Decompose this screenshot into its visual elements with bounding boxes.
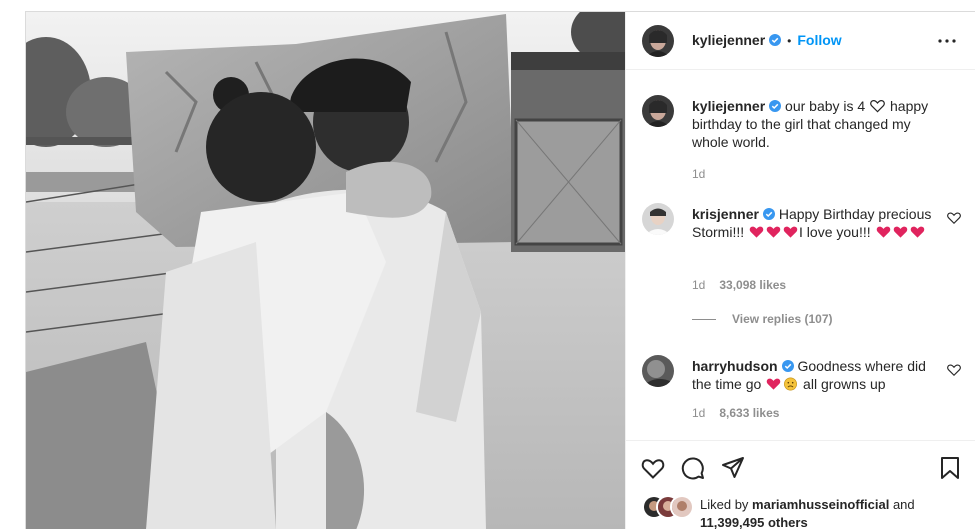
- red-heart-emoji-icon: [910, 226, 924, 238]
- red-heart-emoji-icon: [766, 226, 781, 238]
- verified-badge-icon: [769, 100, 782, 112]
- author-avatar[interactable]: [642, 25, 674, 57]
- caption-text: kyliejenner our baby is 4 happy birthday…: [692, 97, 932, 151]
- post-photo[interactable]: [26, 12, 625, 529]
- view-replies-label: View replies (107): [732, 312, 833, 326]
- comments-list[interactable]: kyliejenner our baby is 4 happy birthday…: [626, 70, 975, 440]
- red-heart-emoji-icon: [783, 226, 798, 238]
- comment-time: 1d: [692, 406, 706, 420]
- red-heart-emoji-icon: [876, 226, 890, 238]
- comment-avatar[interactable]: [642, 203, 674, 235]
- post-actions: Liked by mariamhusseinofficial and 11,39…: [626, 440, 975, 529]
- more-options-icon[interactable]: [935, 31, 959, 51]
- verified-badge-icon: [781, 360, 794, 372]
- comment-time: 1d: [692, 278, 706, 292]
- verified-badge-icon: [762, 208, 775, 220]
- comment-icon[interactable]: [680, 455, 706, 481]
- post-modal: kyliejenner • Follow kyliejenner our baby …: [25, 11, 975, 529]
- verified-badge-icon: [769, 34, 782, 46]
- view-replies-button[interactable]: View replies (107): [692, 312, 833, 326]
- liked-by-user[interactable]: mariamhusseinofficial: [752, 497, 889, 512]
- separator: •: [787, 34, 792, 48]
- comment-username[interactable]: krisjenner: [692, 206, 759, 222]
- paper-plane-icon[interactable]: [720, 455, 746, 481]
- comment-text-part2: all growns up: [803, 376, 886, 392]
- comment-like-heart-icon[interactable]: [947, 211, 961, 225]
- comment-meta: 1d 8,633 likes: [692, 406, 793, 420]
- photo-illustration: [26, 12, 625, 529]
- red-heart-emoji-icon: [893, 226, 907, 238]
- post-header: kyliejenner • Follow: [626, 12, 975, 70]
- heart-icon[interactable]: [640, 455, 666, 481]
- liker-avatar[interactable]: [670, 495, 694, 519]
- comment-avatar[interactable]: [642, 355, 674, 387]
- likes-summary: Liked by mariamhusseinofficial and 11,39…: [642, 495, 972, 529]
- follow-button[interactable]: Follow: [797, 32, 841, 48]
- caption-avatar[interactable]: [642, 95, 674, 127]
- bookmark-icon[interactable]: [937, 455, 963, 481]
- comment-text: harryhudson Goodness where did the time …: [692, 357, 932, 393]
- liked-by-others[interactable]: 11,399,495 others: [700, 515, 808, 529]
- liked-by-prefix: Liked by: [700, 497, 749, 512]
- post-side-panel: kyliejenner • Follow kyliejenner our baby …: [625, 12, 975, 529]
- liked-by-and: and: [892, 497, 915, 512]
- comment-likes[interactable]: 33,098 likes: [719, 278, 786, 292]
- caption-time: 1d: [692, 167, 706, 181]
- red-heart-emoji-icon: [749, 226, 764, 238]
- sad-face-emoji-icon: [784, 377, 798, 391]
- caption-text-part1: our baby is 4: [785, 98, 866, 114]
- author-username[interactable]: kyliejenner: [692, 32, 765, 48]
- replies-divider: [692, 319, 716, 321]
- comment-username[interactable]: harryhudson: [692, 358, 778, 374]
- comment-text: krisjenner Happy Birthday precious Storm…: [692, 205, 932, 241]
- red-heart-emoji-icon: [766, 378, 781, 390]
- white-heart-emoji-icon: [870, 100, 885, 113]
- caption-meta: 1d: [692, 167, 719, 181]
- comment-text-part2: I love you!!!: [799, 224, 871, 240]
- comment-meta: 1d 33,098 likes: [692, 278, 800, 292]
- comment-like-heart-icon[interactable]: [947, 363, 961, 377]
- caption-username[interactable]: kyliejenner: [692, 98, 765, 114]
- likes-text: Liked by mariamhusseinofficial and 11,39…: [700, 496, 915, 529]
- comment-likes[interactable]: 8,633 likes: [719, 406, 779, 420]
- author-line: kyliejenner • Follow: [692, 32, 842, 48]
